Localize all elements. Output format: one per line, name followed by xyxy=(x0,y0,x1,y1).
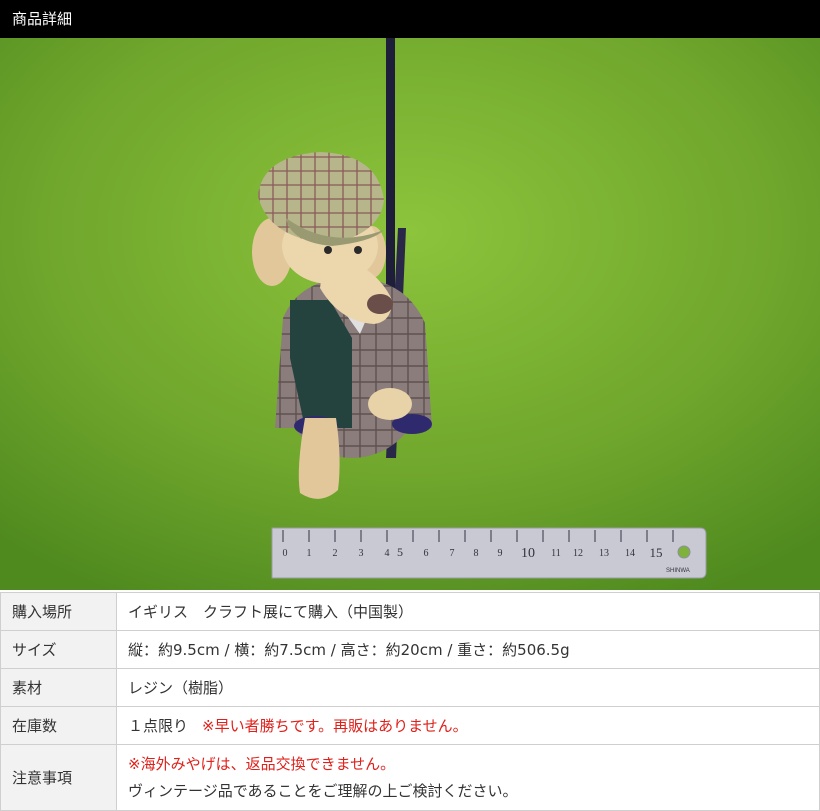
spec-value: １点限り ※早い者勝ちです。再販はありません。 xyxy=(116,706,820,745)
spec-row-material: 素材 レジン（樹脂） xyxy=(0,668,820,707)
spec-label: 在庫数 xyxy=(0,706,117,745)
spec-row-stock: 在庫数 １点限り ※早い者勝ちです。再販はありません。 xyxy=(0,706,820,745)
ruler-mark-14: 14 xyxy=(625,548,635,559)
spec-value: 縦：約9.5cm / 横：約7.5cm / 高さ：約20cm / 重さ：約506… xyxy=(116,630,820,669)
spec-label: サイズ xyxy=(0,630,117,669)
stock-count: １点限り xyxy=(128,717,189,735)
spec-label: 注意事項 xyxy=(0,744,117,811)
spec-label: 購入場所 xyxy=(0,592,117,631)
ruler-mark-13: 13 xyxy=(599,548,609,559)
product-specs-table: 購入場所 イギリス クラフト展にて購入（中国製） サイズ 縦：約9.5cm / … xyxy=(0,592,820,811)
ruler-mark-8: 8 xyxy=(474,548,479,559)
stock-note: ※早い者勝ちです。再販はありません。 xyxy=(202,717,468,735)
ruler-mark-3: 3 xyxy=(359,548,364,559)
section-header: 商品詳細 xyxy=(0,0,820,38)
section-title: 商品詳細 xyxy=(12,10,73,28)
ruler-mark-4: 4 xyxy=(385,548,390,559)
spec-row-size: サイズ 縦：約9.5cm / 横：約7.5cm / 高さ：約20cm / 重さ：… xyxy=(0,630,820,669)
ruler-mark-7: 7 xyxy=(450,548,455,559)
spec-label: 素材 xyxy=(0,668,117,707)
ruler-mark-5: 5 xyxy=(397,545,403,559)
spec-row-purchase: 購入場所 イギリス クラフト展にて購入（中国製） xyxy=(0,592,820,631)
ruler-mark-9: 9 xyxy=(498,548,503,559)
spec-row-notice: 注意事項 ※海外みやげは、返品交換できません。 ヴィンテージ品であることをご理解… xyxy=(0,744,820,811)
product-photo: 0 1 2 3 4 5 6 7 8 9 10 11 12 13 14 15 SH… xyxy=(0,38,820,590)
ruler-mark-2: 2 xyxy=(333,548,338,559)
notice-warning: ※海外みやげは、返品交換できません。 xyxy=(128,754,396,773)
ruler-maker-label: SHINWA xyxy=(666,568,690,574)
spec-value: イギリス クラフト展にて購入（中国製） xyxy=(116,592,820,631)
measuring-ruler: 0 1 2 3 4 5 6 7 8 9 10 11 12 13 14 15 SH… xyxy=(271,527,707,579)
ruler-mark-11: 11 xyxy=(551,548,561,559)
ruler-mark-10: 10 xyxy=(521,546,535,561)
ruler-mark-12: 12 xyxy=(573,548,583,559)
spec-value: レジン（樹脂） xyxy=(116,668,820,707)
spec-value: ※海外みやげは、返品交換できません。 ヴィンテージ品であることをご理解の上ご検討… xyxy=(116,744,820,811)
ruler-mark-0: 0 xyxy=(283,548,288,559)
ruler-mark-15: 15 xyxy=(650,545,663,560)
notice-text: ヴィンテージ品であることをご理解の上ご検討ください。 xyxy=(128,781,518,800)
ruler-mark-6: 6 xyxy=(424,548,429,559)
ruler-mark-1: 1 xyxy=(307,548,312,559)
